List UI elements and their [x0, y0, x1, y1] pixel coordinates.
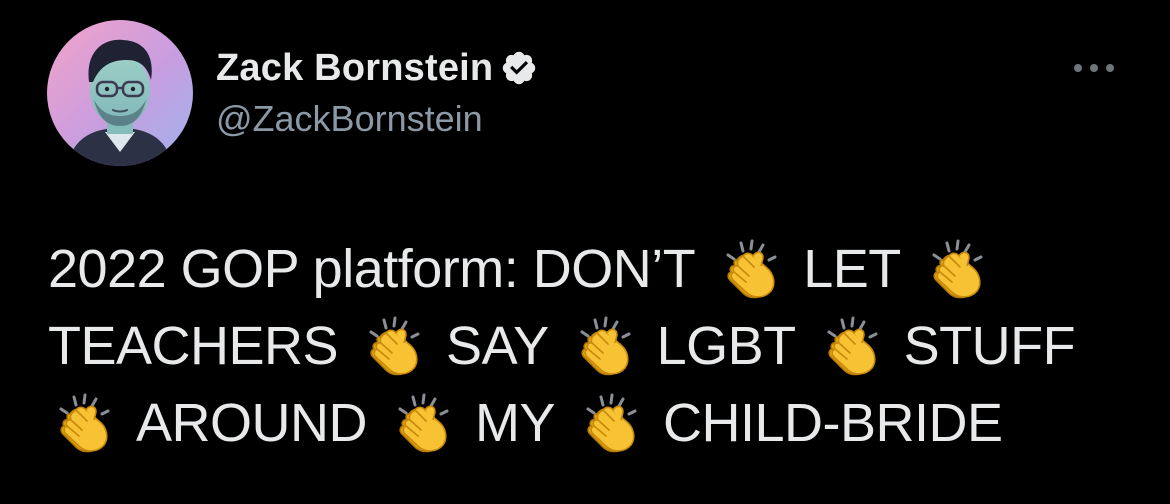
tweet-word: STUFF [903, 316, 1076, 376]
clapping-hands-emoji [719, 238, 783, 302]
clapping-hands-emoji [391, 392, 455, 456]
author-info: Zack Bornstein @ZackBornstein [216, 44, 538, 140]
clapping-hands-emoji [579, 392, 643, 456]
clapping-hands-emoji [362, 315, 426, 379]
tweet-line-1: 2022 GOP platform: DON’T LET [48, 231, 1148, 308]
tweet-word: SAY [446, 316, 549, 376]
verified-badge-icon[interactable] [500, 49, 538, 87]
clapping-hands-emoji [573, 315, 637, 379]
more-options-icon[interactable] [1066, 52, 1122, 84]
tweet-word: TEACHERS [48, 316, 339, 376]
tweet-line-2: TEACHERS SAY LGBT STUFF [48, 308, 1148, 385]
tweet-word: AROUND [136, 393, 368, 453]
clapping-hands-emoji [52, 392, 116, 456]
tweet: Zack Bornstein @ZackBornstein 2022 GOP p… [0, 0, 1170, 504]
name-row: Zack Bornstein [216, 44, 538, 92]
tweet-word: LGBT [656, 316, 797, 376]
tweet-word: MY [475, 393, 556, 453]
tweet-word: LET [803, 239, 901, 299]
tweet-word: CHILD-BRIDE [663, 393, 1003, 453]
tweet-text: 2022 GOP platform: DON’T LET TEACHERS SA… [48, 231, 1148, 462]
avatar[interactable] [47, 20, 193, 166]
handle[interactable]: @ZackBornstein [216, 98, 538, 140]
tweet-line-3: AROUND MY CHILD-BRIDE [48, 385, 1148, 462]
tweet-word: 2022 GOP platform: DON’T [48, 239, 696, 299]
clapping-hands-emoji [925, 238, 989, 302]
display-name[interactable]: Zack Bornstein [216, 47, 493, 90]
clapping-hands-emoji [820, 315, 884, 379]
